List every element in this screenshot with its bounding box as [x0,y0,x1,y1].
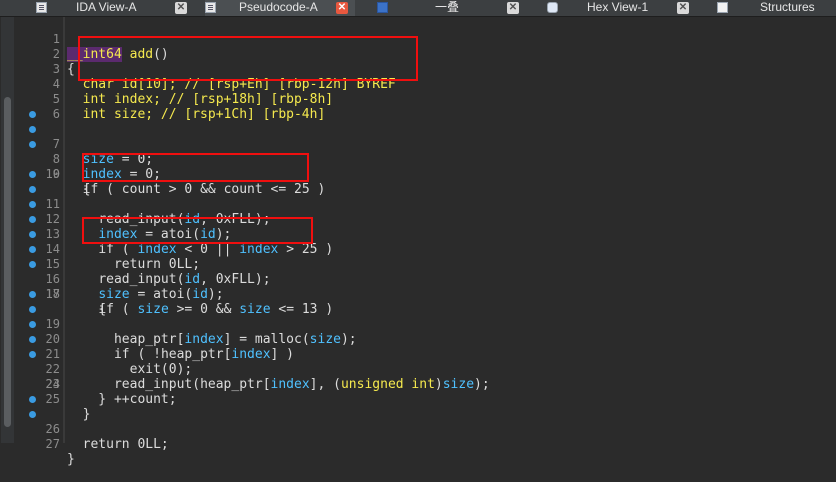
code-line[interactable]: 4 int index; // [rsp+18h] [rbp-8h] [0,62,836,107]
hex-view-icon [547,2,558,13]
tab-label: Structures [760,0,815,14]
breakpoint-dot-icon[interactable] [29,126,36,133]
code-line[interactable]: 5 int size; // [rsp+1Ch] [rbp-4h] [0,77,836,122]
tab-hex-view-1[interactable]: Hex View-1 ✕ [547,0,692,16]
code-line[interactable]: 7 size = 0; [0,107,836,167]
code-line[interactable]: 16 size = atoi(id); [0,242,836,302]
breakpoint-dot-icon[interactable] [29,351,36,358]
code-line[interactable]: 23 ++count; [0,347,836,407]
line-number: 27 [45,437,60,451]
tab-label: 一叠 [435,0,460,14]
code-line[interactable]: 24 } [0,362,836,407]
breakpoint-dot-icon[interactable] [29,231,36,238]
code-line[interactable]: 8 index = 0; [0,122,836,182]
tab-bar: IDA View-A ✕ Pseudocode-A ✕ 一叠 ✕ Hex Vie… [0,0,836,17]
breakpoint-dot-icon[interactable] [29,216,36,223]
close-icon[interactable]: ✕ [507,2,519,14]
code-line[interactable]: 27 } [0,407,836,467]
code-line[interactable]: 26 return 0LL; [0,392,836,452]
breakpoint-dot-icon[interactable] [29,201,36,208]
structures-icon [717,2,728,13]
code-line[interactable]: 6 [0,92,836,121]
code-line[interactable]: 25 } [0,377,836,422]
tab-stack-of-add[interactable]: 一叠 ✕ [377,0,522,16]
tab-structures[interactable]: Structures [717,0,836,16]
code-line[interactable]: 21 exit(0); [0,317,836,377]
breakpoint-dot-icon[interactable] [29,396,36,403]
breakpoint-dot-icon[interactable] [29,171,36,178]
breakpoint-dot-icon[interactable] [29,141,36,148]
code-line[interactable]: 20 if ( !heap_ptr[index] ) [0,302,836,362]
code-line[interactable]: 17 if ( size >= 0 && size <= 13 ) [0,257,836,317]
tab-label: Pseudocode-A [239,0,318,14]
close-icon[interactable]: ✕ [175,2,187,14]
code-line[interactable]: 13 if ( index < 0 || index > 25 ) [0,197,836,257]
breakpoint-dot-icon[interactable] [29,246,36,253]
breakpoint-dot-icon[interactable] [29,336,36,343]
code-line[interactable]: 15 read_input(id, 0xFLL); [0,227,836,287]
code-text: } [67,452,75,467]
close-icon[interactable]: ✕ [336,2,348,14]
code-line[interactable]: 11 read_input(id, 0xFLL); [0,167,836,227]
breakpoint-dot-icon[interactable] [29,321,36,328]
breakpoint-dot-icon[interactable] [29,291,36,298]
code-line[interactable]: 19 heap_ptr[index] = malloc(size); [0,287,836,347]
code-line[interactable]: 3 char id[10]; // [rsp+Eh] [rbp-12h] BYR… [0,47,836,92]
tab-label: IDA View-A [76,0,137,14]
tab-ida-view-a[interactable]: IDA View-A ✕ [36,0,187,16]
ida-view-icon [36,2,47,13]
pseudocode-editor[interactable]: 1 __int64 add() 2 { 3 char id[10]; // [r… [0,17,836,467]
breakpoint-dot-icon[interactable] [29,411,36,418]
code-line[interactable]: 18 { [0,272,836,317]
code-line[interactable]: 1 __int64 add() [0,17,836,62]
breakpoint-dot-icon[interactable] [29,186,36,193]
close-icon[interactable]: ✕ [677,2,689,14]
tab-pseudocode-a[interactable]: Pseudocode-A ✕ [205,0,355,16]
pseudocode-icon [205,2,216,13]
code-line[interactable]: 14 return 0LL; [0,212,836,272]
line-number: 26 [45,422,60,436]
breakpoint-dot-icon[interactable] [29,111,36,118]
stack-icon [377,2,388,13]
code-line[interactable]: 12 index = atoi(id); [0,182,836,242]
code-line[interactable]: 2 { [0,32,836,77]
breakpoint-dot-icon[interactable] [29,261,36,268]
tab-label: Hex View-1 [587,0,649,14]
code-line[interactable]: 10 { [0,152,836,197]
breakpoint-dot-icon[interactable] [29,306,36,313]
code-line[interactable]: 22 read_input(heap_ptr[index], (unsigned… [0,332,836,392]
code-text: return 0LL; [67,437,169,452]
code-line[interactable]: 9 if ( count > 0 && count <= 25 ) [0,137,836,197]
